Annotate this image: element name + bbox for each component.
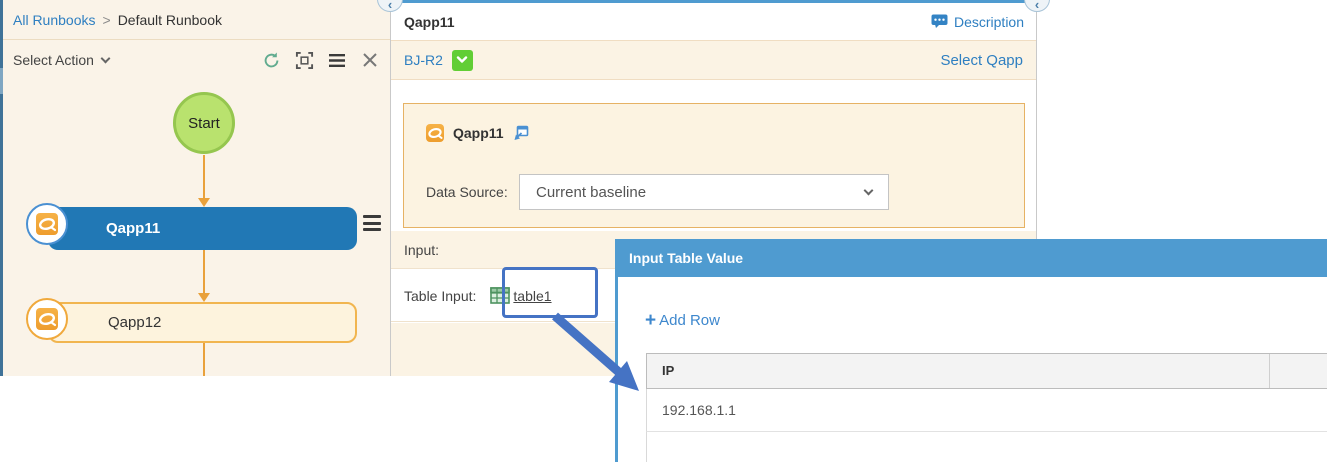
node-qapp11-badge	[26, 203, 68, 245]
breadcrumb-current: Default Runbook	[118, 12, 222, 28]
dialog-body: + Add Row IP 192.168.1.1	[615, 277, 1327, 462]
table-input-label: Table Input:	[404, 288, 476, 304]
chevron-down-icon	[864, 185, 874, 195]
qapp-settings-card: Qapp11 Data Source: Current baseline	[403, 103, 1025, 228]
device-row: BJ-R2 Select Qapp	[391, 40, 1036, 80]
menu-icon[interactable]	[327, 50, 347, 70]
qapp-icon	[36, 213, 58, 235]
flow-toolbar-icons	[261, 50, 380, 70]
card-qapp-title: Qapp11	[453, 125, 504, 141]
select-qapp-link[interactable]: Select Qapp	[940, 52, 1023, 69]
comment-icon	[931, 14, 948, 29]
annotation-highlight-box	[502, 267, 598, 318]
add-row-button[interactable]: + Add Row	[645, 311, 720, 330]
table-row[interactable]: 192.168.1.1	[646, 389, 1327, 432]
connector-arrowhead	[198, 293, 210, 302]
close-icon[interactable]	[360, 50, 380, 70]
dialog-title: Input Table Value	[615, 239, 1327, 277]
ip-cell: 192.168.1.1	[662, 402, 736, 418]
add-row-label: Add Row	[659, 312, 720, 329]
connector-line	[203, 155, 205, 198]
node-qapp12-badge	[26, 298, 68, 340]
chevron-down-icon	[100, 53, 110, 63]
qapp-icon	[426, 124, 444, 142]
chevron-left-icon: ‹	[1025, 0, 1049, 12]
runbook-screen: All Runbooks > Default Runbook Select Ac…	[0, 0, 1327, 462]
breadcrumb-all-runbooks[interactable]: All Runbooks	[13, 12, 96, 28]
flow-start-node[interactable]: Start	[173, 92, 235, 154]
select-action-dropdown[interactable]: Select Action	[13, 52, 109, 68]
breadcrumb-separator: >	[103, 12, 111, 28]
data-source-select[interactable]: Current baseline	[519, 174, 889, 210]
card-title-row: Qapp11	[426, 124, 529, 142]
detail-header: Qapp11 Description	[391, 3, 1036, 40]
start-label: Start	[188, 115, 220, 132]
description-label: Description	[954, 14, 1024, 30]
qapp-icon	[36, 308, 58, 330]
description-button[interactable]: Description	[931, 14, 1024, 30]
device-name: BJ-R2	[404, 52, 443, 68]
column-header-ip: IP	[647, 354, 1269, 388]
connector-line	[203, 343, 205, 376]
table-row-empty[interactable]	[646, 432, 1327, 462]
detail-title: Qapp11	[404, 14, 455, 30]
connector-line	[203, 250, 205, 293]
flow-canvas[interactable]: Start Qapp11 Qapp12	[0, 80, 390, 376]
flow-node-qapp11[interactable]: Qapp11	[48, 207, 357, 250]
node-label: Qapp11	[106, 220, 160, 237]
chevron-down-icon	[456, 56, 468, 64]
collapse-right-panel-button[interactable]: ‹	[1024, 0, 1050, 12]
table-header-row: IP	[646, 353, 1327, 389]
flow-toolbar: Select Action	[0, 40, 390, 80]
data-source-value: Current baseline	[536, 184, 646, 201]
connector-arrowhead	[198, 198, 210, 207]
canvas-scroll-thumb[interactable]	[0, 68, 3, 94]
refresh-icon[interactable]	[261, 50, 281, 70]
data-source-label: Data Source:	[426, 174, 508, 210]
plus-icon: +	[645, 311, 656, 330]
device-status-dropdown[interactable]	[452, 50, 473, 71]
open-in-window-icon[interactable]	[513, 125, 529, 141]
input-table-value-dialog: Input Table Value + Add Row IP 192.168.1…	[615, 239, 1327, 462]
runbook-flow-panel: All Runbooks > Default Runbook Select Ac…	[0, 0, 390, 376]
fit-to-screen-icon[interactable]	[294, 50, 314, 70]
node-qapp11-menu-icon[interactable]	[363, 215, 381, 231]
node-label: Qapp12	[108, 314, 161, 331]
select-action-label: Select Action	[13, 52, 94, 68]
input-table: IP 192.168.1.1	[646, 353, 1327, 462]
collapse-left-panel-button[interactable]: ‹	[377, 0, 403, 12]
chevron-left-icon: ‹	[378, 0, 402, 12]
canvas-edge-strip	[0, 0, 3, 376]
flow-node-qapp12[interactable]: Qapp12	[48, 302, 357, 343]
breadcrumb: All Runbooks > Default Runbook	[0, 0, 390, 40]
column-header-actions	[1269, 354, 1327, 388]
